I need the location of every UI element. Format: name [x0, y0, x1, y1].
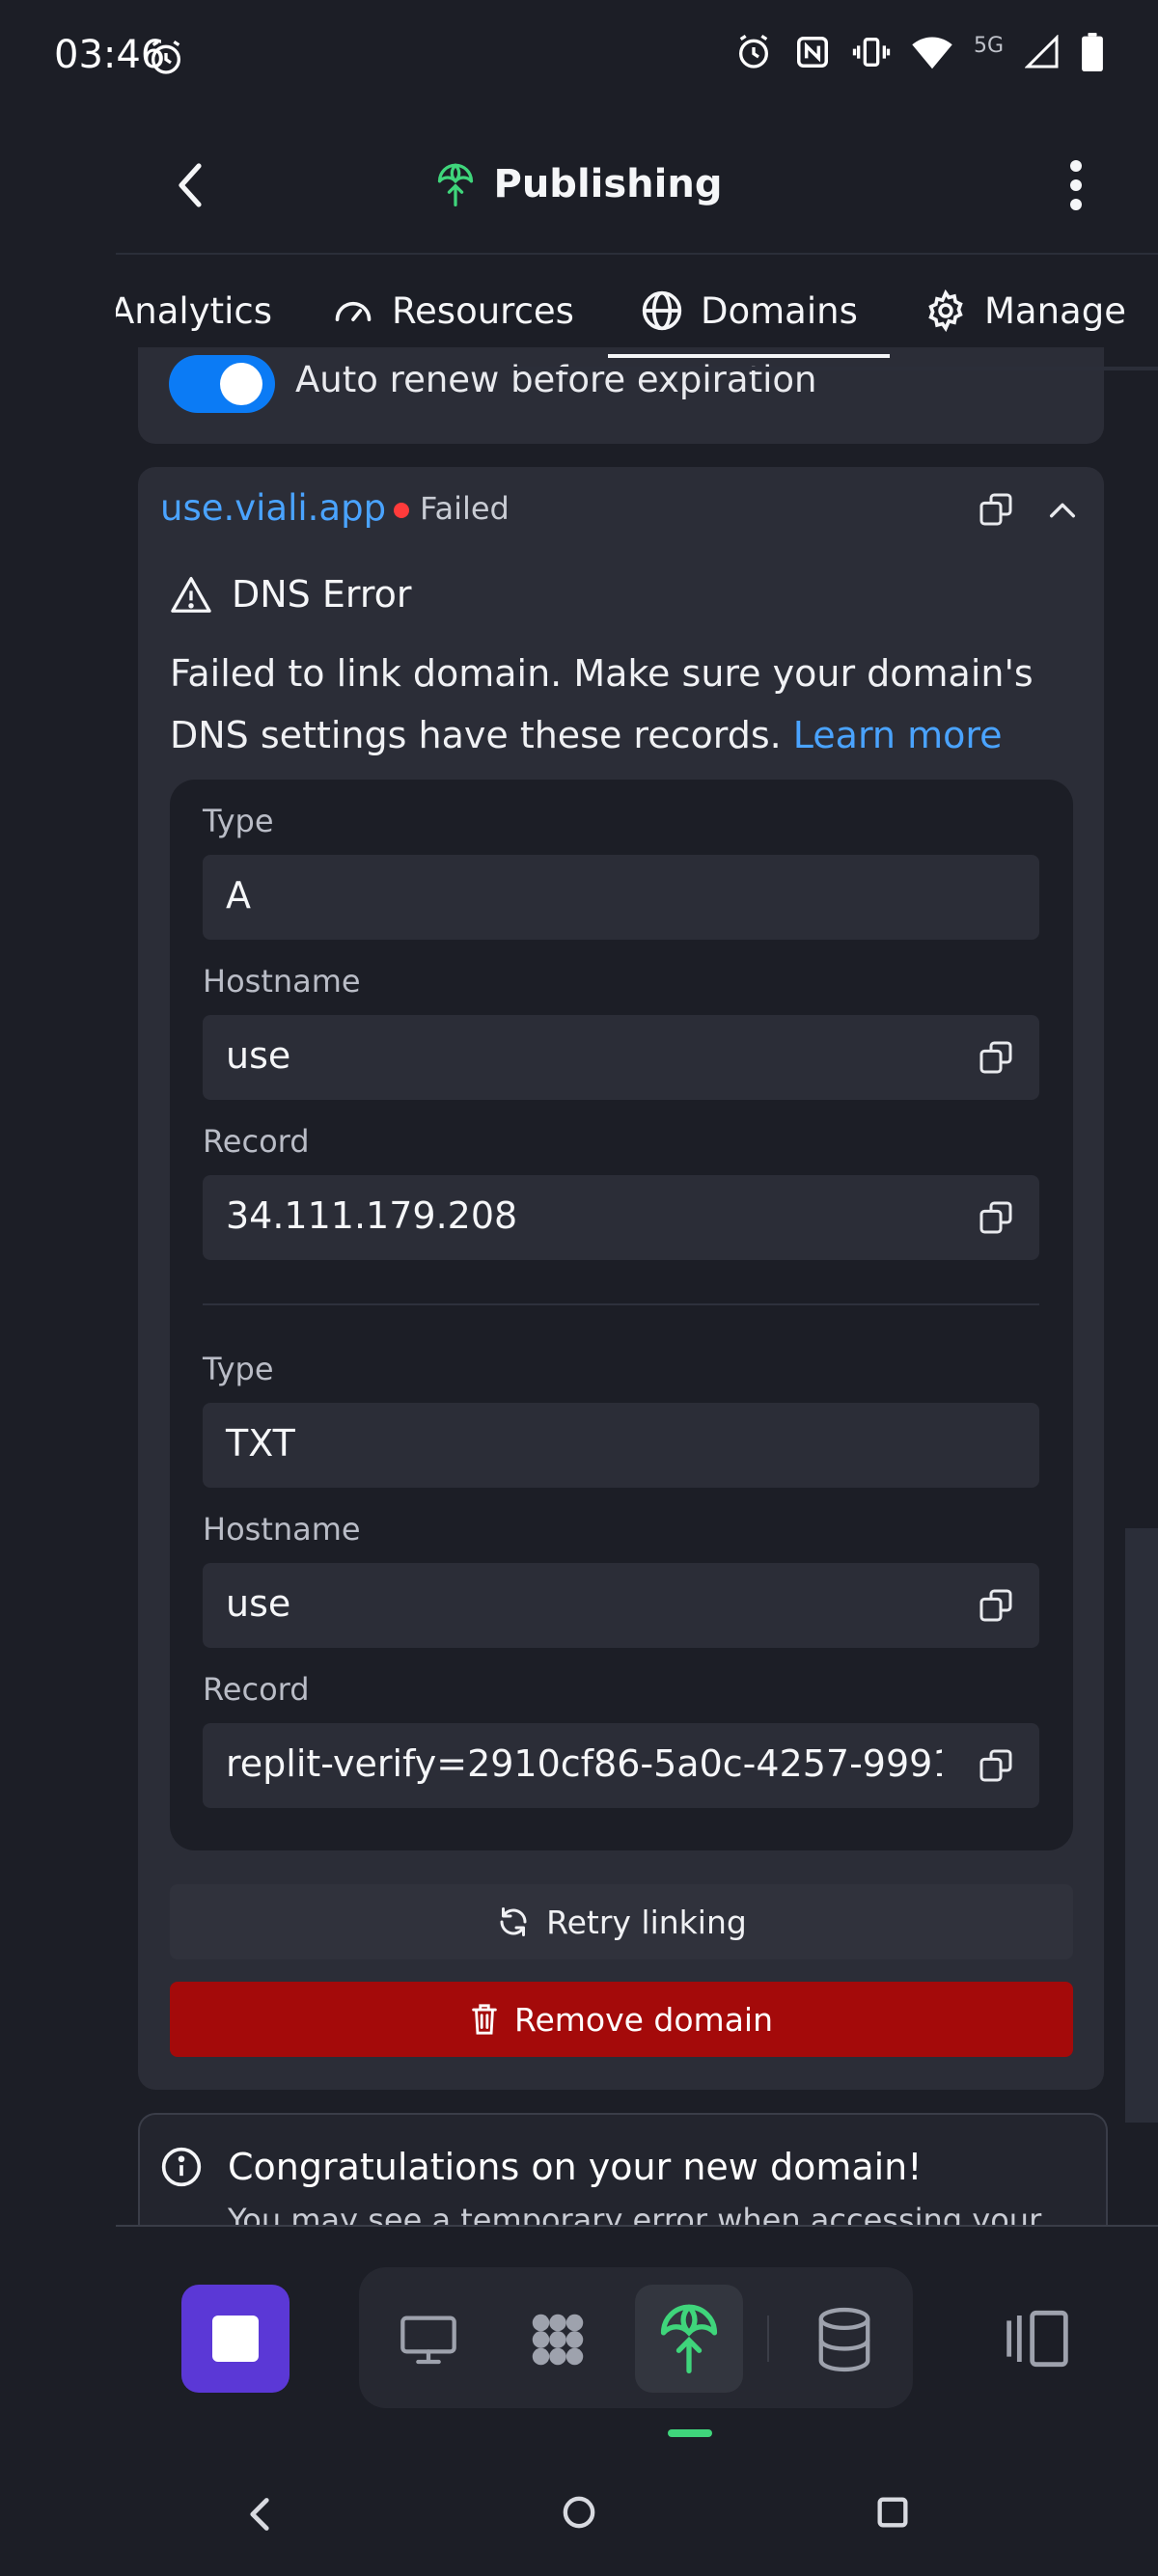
record-hostname-label: Hostname	[203, 1511, 361, 1548]
toggle-knob	[220, 363, 262, 405]
nfc-icon	[794, 34, 831, 70]
copy-icon[interactable]	[977, 1586, 1015, 1625]
tab-label: Resources	[392, 289, 574, 332]
info-icon	[160, 2146, 203, 2188]
copy-icon[interactable]	[977, 1746, 1015, 1785]
record-type-value: A	[226, 874, 251, 917]
stop-icon	[212, 2316, 259, 2362]
monitor-icon[interactable]	[398, 2308, 459, 2370]
more-options-icon[interactable]	[1063, 158, 1089, 212]
record-type-field[interactable]	[203, 1403, 1039, 1488]
record-divider	[203, 1303, 1039, 1305]
refresh-icon	[496, 1905, 531, 1939]
record-value: replit-verify=2910cf86-5a0c-4257-9991-	[226, 1742, 942, 1785]
copy-icon[interactable]	[977, 1038, 1015, 1077]
alarm-icon	[147, 39, 185, 77]
record-value-label: Record	[203, 1123, 310, 1160]
active-tab-indicator	[608, 354, 890, 358]
remove-domain-button[interactable]: Remove domain	[170, 1982, 1073, 2057]
gear-icon	[924, 289, 967, 332]
record-hostname-field[interactable]	[203, 1563, 1039, 1648]
copy-icon[interactable]	[977, 1198, 1015, 1237]
tab-label: Analytics	[116, 289, 273, 332]
error-description: Failed to link domain. Make sure your do…	[170, 643, 1077, 766]
record-hostname-value: use	[226, 1034, 291, 1077]
record-hostname-field[interactable]	[203, 1015, 1039, 1100]
record-type-value: TXT	[226, 1422, 295, 1465]
nav-home-icon[interactable]	[560, 2493, 598, 2532]
record-type-label: Type	[203, 803, 274, 839]
tab-label: Domains	[701, 289, 858, 332]
cell-signal-icon	[1025, 35, 1060, 69]
tab-bar-divider	[511, 367, 1158, 370]
record-hostname-label: Hostname	[203, 963, 361, 1000]
status-badge: Failed	[420, 490, 510, 527]
auto-renew-label: Auto renew before expiration	[295, 359, 817, 400]
battery-icon	[1081, 33, 1104, 71]
domain-link[interactable]: use.viali.app	[160, 487, 386, 529]
dns-error-title: DNS Error	[232, 573, 412, 616]
publishing-dock-icon[interactable]	[658, 2302, 720, 2373]
record-value: 34.111.179.208	[226, 1194, 518, 1237]
dns-error-heading: DNS Error	[170, 573, 412, 616]
record-type-field[interactable]	[203, 855, 1039, 940]
alarm-icon	[734, 33, 773, 71]
dock-separator	[767, 2316, 769, 2362]
warning-icon	[170, 575, 212, 614]
tab-label: Manage	[984, 289, 1126, 332]
retry-linking-button[interactable]: Retry linking	[170, 1884, 1073, 1959]
wifi-icon	[912, 34, 952, 70]
retry-label: Retry linking	[546, 1903, 747, 1941]
database-icon[interactable]	[813, 2306, 876, 2373]
globe-icon	[641, 289, 683, 332]
panels-icon[interactable]	[1004, 2308, 1071, 2370]
dock-divider	[116, 2225, 1158, 2227]
copy-icon[interactable]	[977, 490, 1015, 529]
workflows-icon[interactable]	[524, 2306, 592, 2373]
record-hostname-value: use	[226, 1582, 291, 1625]
gauge-icon	[332, 289, 374, 332]
remove-label: Remove domain	[514, 2000, 773, 2039]
publishing-icon	[436, 162, 475, 206]
congrats-title: Congratulations on your new domain!	[228, 2146, 923, 2188]
status-icons: 5G	[734, 33, 1104, 71]
record-type-label: Type	[203, 1351, 274, 1387]
vibrate-icon	[852, 33, 891, 71]
status-dot	[394, 503, 409, 518]
trash-icon	[470, 2003, 499, 2036]
page-title: Publishing	[493, 162, 723, 206]
nav-back-icon[interactable]	[245, 2495, 274, 2534]
scrollbar[interactable]	[1125, 1528, 1158, 2123]
chevron-up-icon[interactable]	[1046, 494, 1079, 527]
active-dock-indicator	[668, 2429, 712, 2437]
learn-more-link[interactable]: Learn more	[793, 714, 1003, 756]
network-type: 5G	[973, 33, 1004, 58]
record-value-label: Record	[203, 1671, 310, 1708]
nav-recents-icon[interactable]	[873, 2493, 912, 2532]
page-title-wrap: Publishing	[0, 162, 1158, 206]
